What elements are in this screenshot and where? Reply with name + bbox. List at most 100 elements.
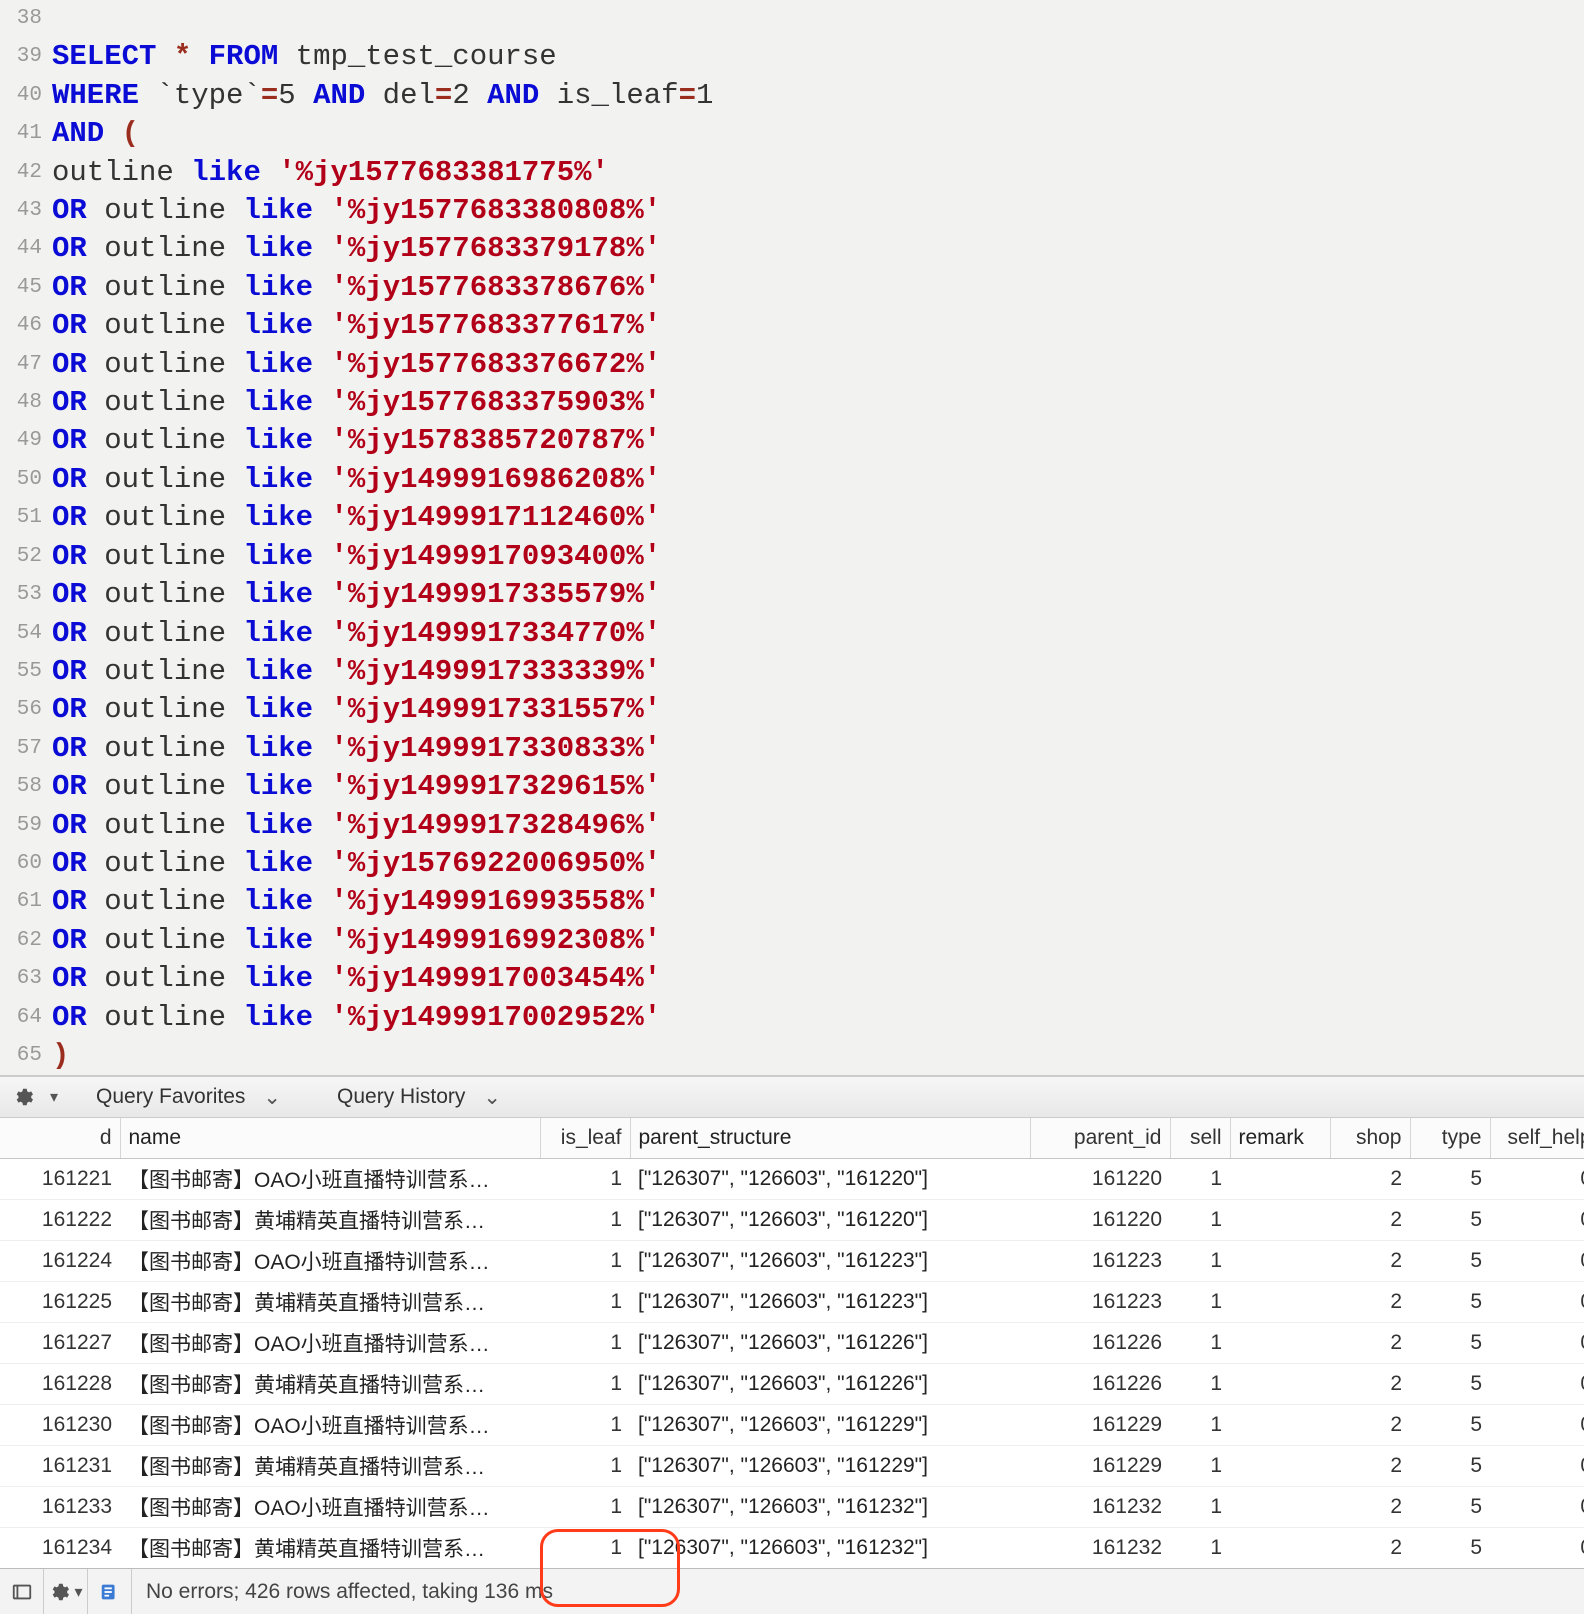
results-grid[interactable]: dnameis_leafparent_structureparent_idsel… (0, 1118, 1584, 1568)
cell-parent_structure[interactable]: ["126307", "126603", "161223"] (630, 1281, 1030, 1322)
code-line[interactable]: 57OR outline like '%jy1499917330833%' (0, 730, 1584, 768)
cell-type[interactable]: 5 (1410, 1445, 1490, 1486)
cell-parent_id[interactable]: 161229 (1030, 1445, 1170, 1486)
column-header-remark[interactable]: remark (1230, 1118, 1330, 1158)
cell-name[interactable]: 【图书邮寄】OAO小班直播特训营系… (120, 1486, 540, 1527)
code-line[interactable]: 63OR outline like '%jy1499917003454%' (0, 960, 1584, 998)
cell-d[interactable]: 161221 (0, 1158, 120, 1199)
query-history-menu[interactable]: Query History ⌄ (337, 1085, 501, 1110)
cell-parent_id[interactable]: 161223 (1030, 1281, 1170, 1322)
chevron-down-icon[interactable]: ▾ (50, 1087, 58, 1107)
sql-results-icon[interactable] (88, 1569, 132, 1614)
code-line[interactable]: 62OR outline like '%jy1499916992308%' (0, 922, 1584, 960)
cell-is_leaf[interactable]: 1 (540, 1240, 630, 1281)
cell-sell[interactable]: 1 (1170, 1199, 1230, 1240)
code-line[interactable]: 42outline like '%jy1577683381775%' (0, 154, 1584, 192)
cell-parent_structure[interactable]: ["126307", "126603", "161220"] (630, 1158, 1030, 1199)
table-row[interactable]: 161225【图书邮寄】黄埔精英直播特训营系…1["126307", "1266… (0, 1281, 1584, 1322)
cell-parent_id[interactable]: 161229 (1030, 1404, 1170, 1445)
table-row[interactable]: 161224【图书邮寄】OAO小班直播特训营系…1["126307", "126… (0, 1240, 1584, 1281)
table-row[interactable]: 161234【图书邮寄】黄埔精英直播特训营系…1["126307", "1266… (0, 1527, 1584, 1568)
cell-is_leaf[interactable]: 1 (540, 1527, 630, 1568)
cell-d[interactable]: 161222 (0, 1199, 120, 1240)
cell-d[interactable]: 161230 (0, 1404, 120, 1445)
code-line[interactable]: 43OR outline like '%jy1577683380808%' (0, 192, 1584, 230)
cell-self_help[interactable]: 0 (1490, 1158, 1584, 1199)
code-line[interactable]: 53OR outline like '%jy1499917335579%' (0, 576, 1584, 614)
table-row[interactable]: 161227【图书邮寄】OAO小班直播特训营系…1["126307", "126… (0, 1322, 1584, 1363)
cell-shop[interactable]: 2 (1330, 1363, 1410, 1404)
code-line[interactable]: 47OR outline like '%jy1577683376672%' (0, 346, 1584, 384)
code-line[interactable]: 61OR outline like '%jy1499916993558%' (0, 883, 1584, 921)
cell-remark[interactable] (1230, 1322, 1330, 1363)
cell-shop[interactable]: 2 (1330, 1322, 1410, 1363)
cell-parent_structure[interactable]: ["126307", "126603", "161229"] (630, 1445, 1030, 1486)
code-line[interactable]: 58OR outline like '%jy1499917329615%' (0, 768, 1584, 806)
code-line[interactable]: 50OR outline like '%jy1499916986208%' (0, 461, 1584, 499)
gear-icon[interactable] (10, 1084, 36, 1110)
cell-type[interactable]: 5 (1410, 1363, 1490, 1404)
cell-sell[interactable]: 1 (1170, 1281, 1230, 1322)
cell-parent_structure[interactable]: ["126307", "126603", "161226"] (630, 1363, 1030, 1404)
code-line[interactable]: 44OR outline like '%jy1577683379178%' (0, 230, 1584, 268)
column-header-parent_structure[interactable]: parent_structure (630, 1118, 1030, 1158)
cell-self_help[interactable]: 0 (1490, 1240, 1584, 1281)
cell-parent_id[interactable]: 161220 (1030, 1199, 1170, 1240)
cell-remark[interactable] (1230, 1240, 1330, 1281)
cell-sell[interactable]: 1 (1170, 1158, 1230, 1199)
cell-remark[interactable] (1230, 1158, 1330, 1199)
cell-remark[interactable] (1230, 1486, 1330, 1527)
cell-parent_structure[interactable]: ["126307", "126603", "161226"] (630, 1322, 1030, 1363)
code-line[interactable]: 41AND ( (0, 115, 1584, 153)
cell-shop[interactable]: 2 (1330, 1199, 1410, 1240)
column-header-sell[interactable]: sell (1170, 1118, 1230, 1158)
code-line[interactable]: 64OR outline like '%jy1499917002952%' (0, 999, 1584, 1037)
panel-toggle-icon[interactable] (0, 1569, 44, 1614)
cell-is_leaf[interactable]: 1 (540, 1404, 630, 1445)
cell-is_leaf[interactable]: 1 (540, 1322, 630, 1363)
cell-type[interactable]: 5 (1410, 1240, 1490, 1281)
cell-d[interactable]: 161225 (0, 1281, 120, 1322)
cell-self_help[interactable]: 0 (1490, 1281, 1584, 1322)
cell-self_help[interactable]: 0 (1490, 1527, 1584, 1568)
cell-name[interactable]: 【图书邮寄】黄埔精英直播特训营系… (120, 1445, 540, 1486)
cell-is_leaf[interactable]: 1 (540, 1445, 630, 1486)
cell-type[interactable]: 5 (1410, 1158, 1490, 1199)
cell-parent_structure[interactable]: ["126307", "126603", "161232"] (630, 1486, 1030, 1527)
cell-shop[interactable]: 2 (1330, 1404, 1410, 1445)
column-header-is_leaf[interactable]: is_leaf (540, 1118, 630, 1158)
cell-type[interactable]: 5 (1410, 1281, 1490, 1322)
cell-self_help[interactable]: 0 (1490, 1199, 1584, 1240)
cell-name[interactable]: 【图书邮寄】黄埔精英直播特训营系… (120, 1199, 540, 1240)
table-row[interactable]: 161230【图书邮寄】OAO小班直播特训营系…1["126307", "126… (0, 1404, 1584, 1445)
code-line[interactable]: 54OR outline like '%jy1499917334770%' (0, 615, 1584, 653)
code-line[interactable]: 39SELECT * FROM tmp_test_course (0, 38, 1584, 76)
cell-name[interactable]: 【图书邮寄】OAO小班直播特训营系… (120, 1158, 540, 1199)
code-line[interactable]: 40WHERE `type`=5 AND del=2 AND is_leaf=1 (0, 77, 1584, 115)
cell-parent_id[interactable]: 161226 (1030, 1363, 1170, 1404)
cell-d[interactable]: 161228 (0, 1363, 120, 1404)
cell-d[interactable]: 161231 (0, 1445, 120, 1486)
cell-parent_id[interactable]: 161232 (1030, 1486, 1170, 1527)
code-line[interactable]: 55OR outline like '%jy1499917333339%' (0, 653, 1584, 691)
cell-parent_structure[interactable]: ["126307", "126603", "161232"] (630, 1527, 1030, 1568)
column-header-shop[interactable]: shop (1330, 1118, 1410, 1158)
column-header-d[interactable]: d (0, 1118, 120, 1158)
cell-is_leaf[interactable]: 1 (540, 1486, 630, 1527)
code-line[interactable]: 45OR outline like '%jy1577683378676%' (0, 269, 1584, 307)
cell-remark[interactable] (1230, 1527, 1330, 1568)
cell-sell[interactable]: 1 (1170, 1404, 1230, 1445)
code-line[interactable]: 49OR outline like '%jy1578385720787%' (0, 422, 1584, 460)
code-line[interactable]: 38 (0, 0, 1584, 38)
cell-is_leaf[interactable]: 1 (540, 1158, 630, 1199)
code-line[interactable]: 59OR outline like '%jy1499917328496%' (0, 807, 1584, 845)
cell-sell[interactable]: 1 (1170, 1486, 1230, 1527)
cell-remark[interactable] (1230, 1363, 1330, 1404)
cell-is_leaf[interactable]: 1 (540, 1199, 630, 1240)
cell-sell[interactable]: 1 (1170, 1240, 1230, 1281)
table-row[interactable]: 161231【图书邮寄】黄埔精英直播特训营系…1["126307", "1266… (0, 1445, 1584, 1486)
sql-editor[interactable]: 3839SELECT * FROM tmp_test_course40WHERE… (0, 0, 1584, 1076)
cell-sell[interactable]: 1 (1170, 1363, 1230, 1404)
cell-d[interactable]: 161233 (0, 1486, 120, 1527)
cell-shop[interactable]: 2 (1330, 1281, 1410, 1322)
